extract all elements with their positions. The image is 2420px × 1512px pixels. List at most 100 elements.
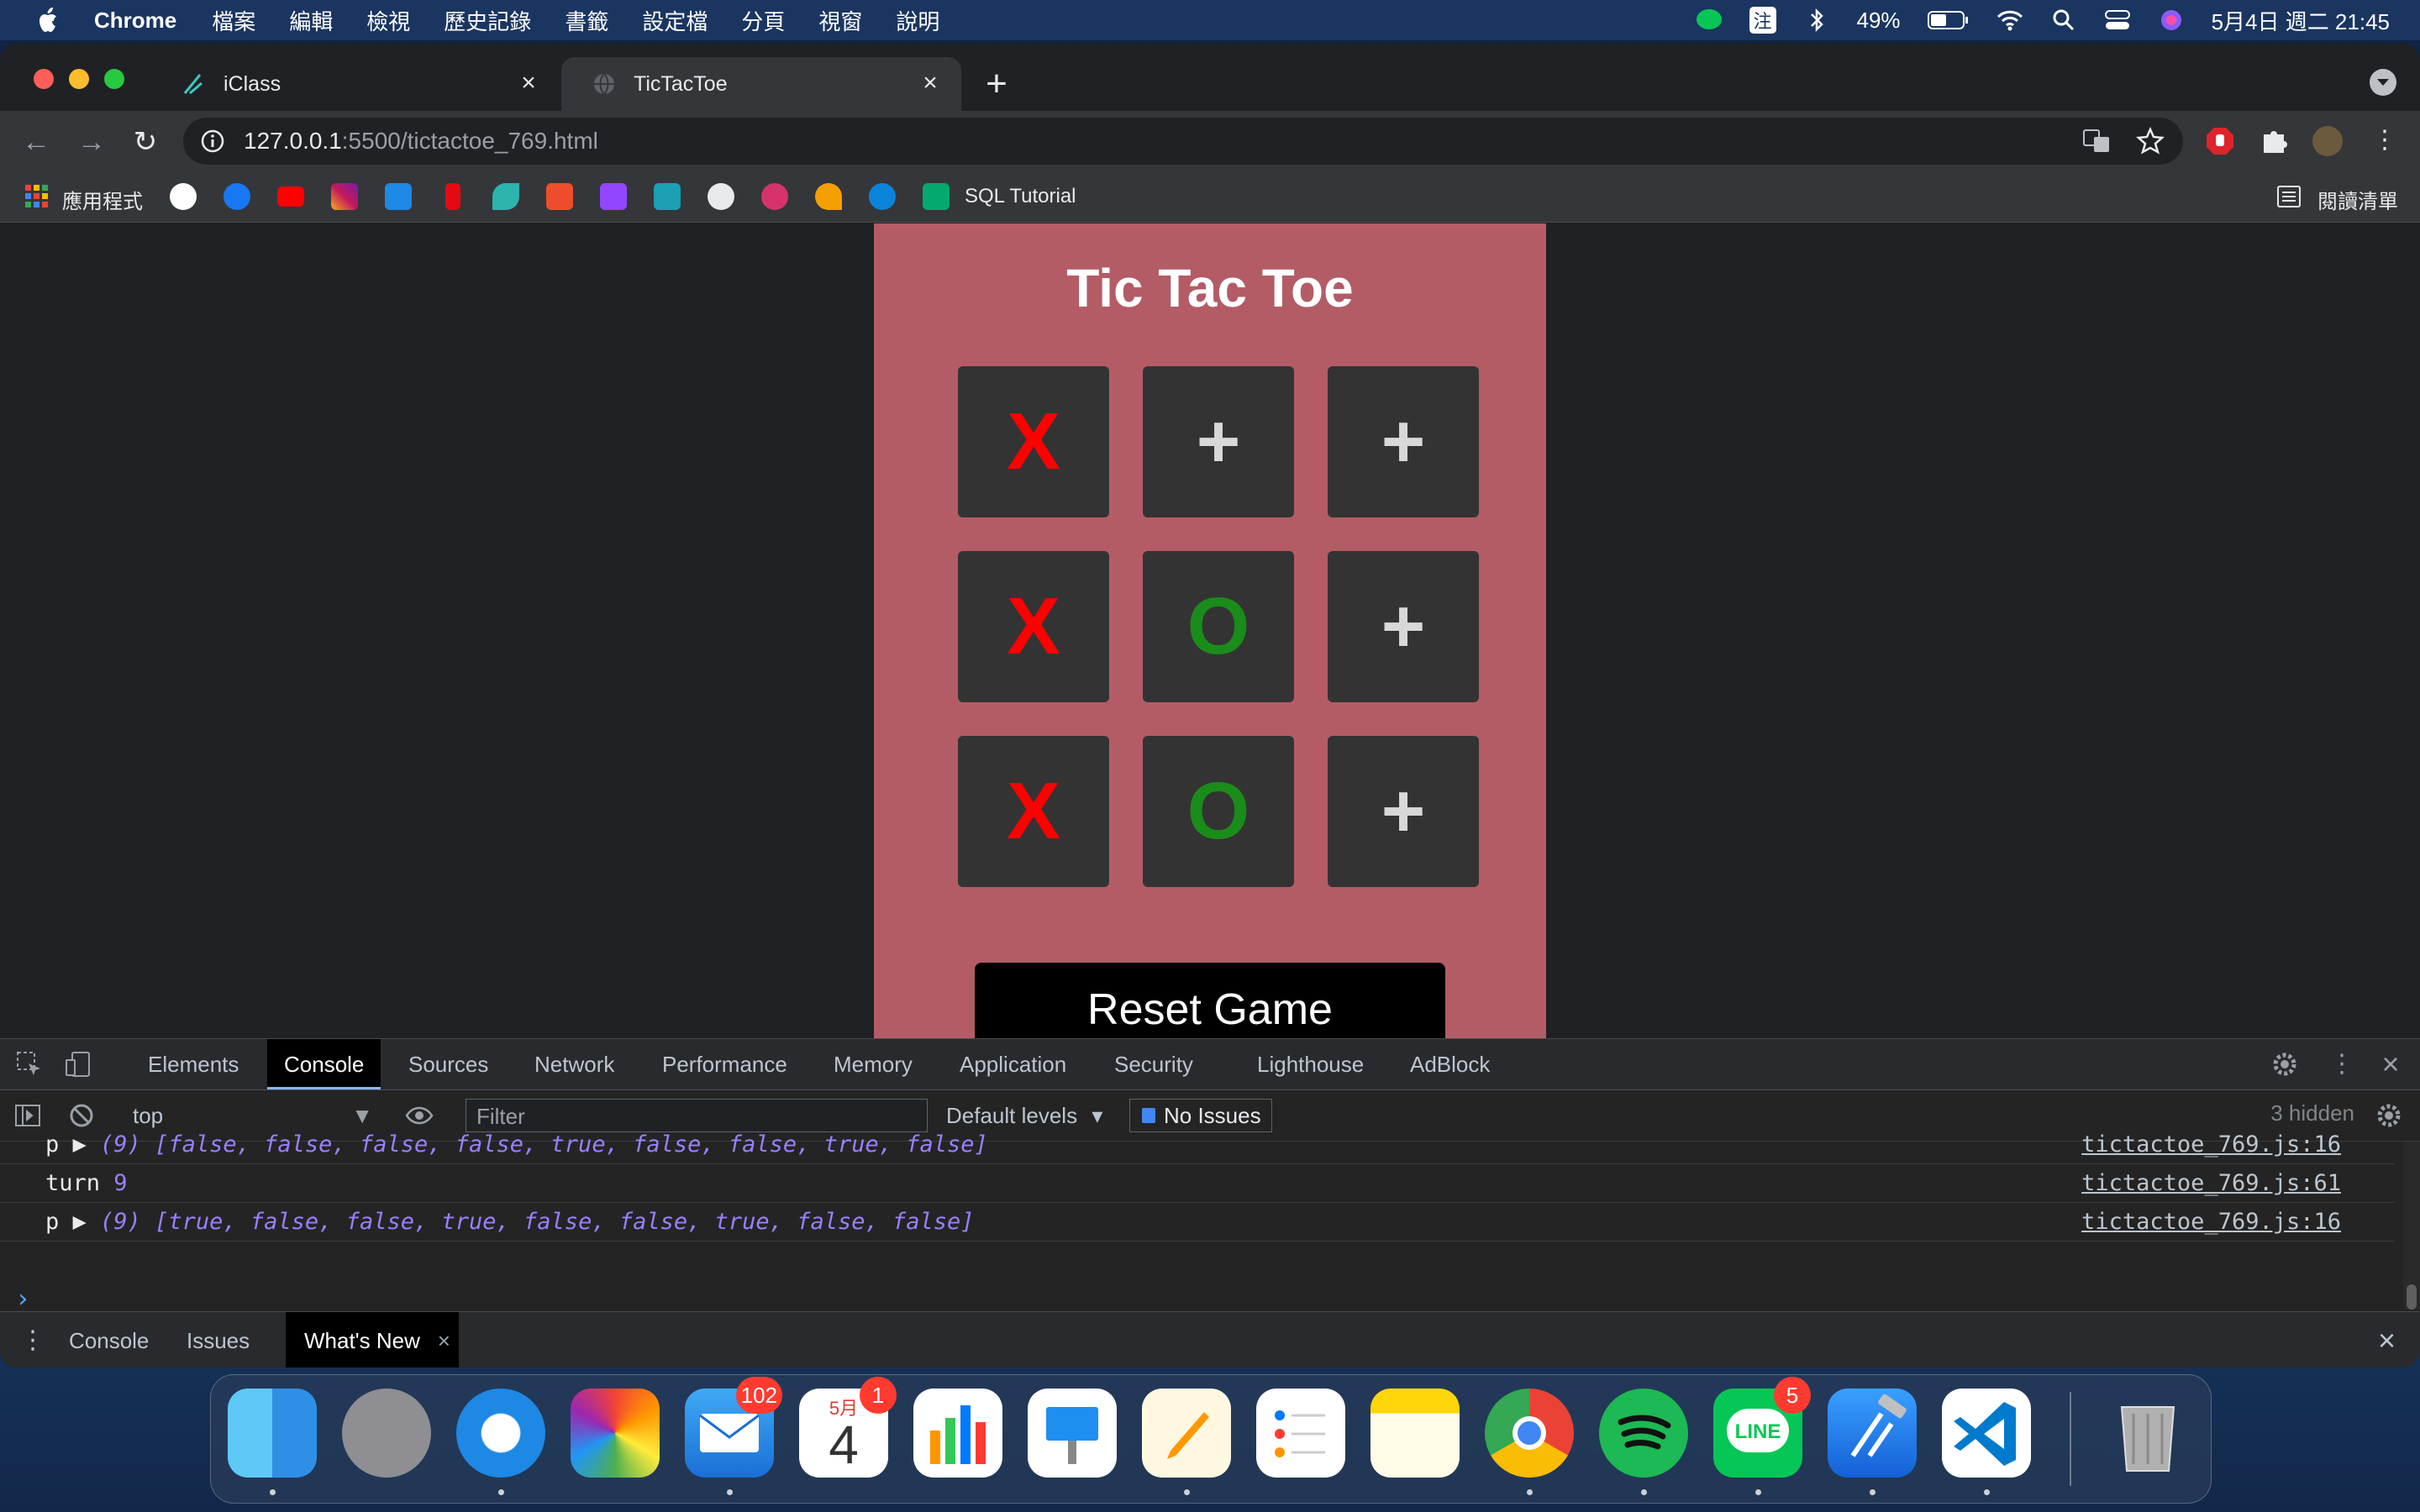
xcode-dock-icon[interactable]	[1828, 1389, 1917, 1478]
drawer-tab-whats-new[interactable]: What's New ×	[286, 1312, 459, 1368]
apps-grid-icon[interactable]	[24, 183, 50, 210]
tab-tictactoe[interactable]: TicTacToe ×	[561, 57, 961, 111]
control-center-icon[interactable]	[2104, 7, 2131, 34]
log-source-link[interactable]: tictactoe_769.js:16	[2081, 1131, 2341, 1158]
pink-bookmark-icon[interactable]	[761, 183, 788, 210]
bookmark-apps[interactable]: 應用程式	[62, 185, 143, 214]
spotlight-search-icon[interactable]	[2050, 7, 2077, 34]
board-cell-6[interactable]: +	[1328, 551, 1479, 702]
close-icon[interactable]: ×	[438, 1312, 450, 1368]
board-cell-2[interactable]: +	[1143, 366, 1294, 517]
devtools-tab-network[interactable]: Network	[534, 1039, 614, 1089]
bookmark-star-icon[interactable]	[2136, 127, 2165, 155]
menu-tab[interactable]: 分頁	[741, 5, 785, 36]
device-toolbar-icon[interactable]	[64, 1050, 92, 1079]
iclass-bookmark-icon[interactable]	[492, 183, 519, 210]
menu-window[interactable]: 視窗	[818, 5, 862, 36]
drawer-tab-console[interactable]: Console	[69, 1312, 149, 1368]
google-bookmark-icon[interactable]	[170, 183, 197, 210]
close-tab-icon[interactable]: ×	[918, 69, 943, 97]
input-method-icon[interactable]: 注	[1749, 7, 1776, 34]
board-cell-7[interactable]: X	[958, 736, 1109, 887]
devtools-tab-lighthouse[interactable]: Lighthouse	[1257, 1039, 1364, 1089]
chrome-dock-icon[interactable]	[1485, 1389, 1574, 1478]
safari-dock-icon[interactable]	[456, 1389, 545, 1478]
menu-edit[interactable]: 編輯	[289, 5, 333, 36]
youtube-bookmark-icon[interactable]	[277, 186, 304, 207]
clock[interactable]: 5月4日 週二 21:45	[2212, 5, 2390, 36]
console-message[interactable]: turn 9 tictactoe_769.js:61	[0, 1163, 2395, 1203]
blue-doc-bookmark-icon[interactable]	[385, 183, 412, 210]
menu-bookmarks[interactable]: 書籤	[565, 5, 608, 36]
chrome-menu-icon[interactable]: ⋮	[2370, 126, 2400, 156]
w3schools-bookmark-icon[interactable]	[923, 183, 950, 210]
calendar-dock-icon[interactable]: 5月 4 1	[799, 1377, 897, 1478]
system-preferences-dock-icon[interactable]	[342, 1389, 431, 1478]
github-bookmark-icon[interactable]	[708, 183, 734, 210]
log-source-link[interactable]: tictactoe_769.js:61	[2081, 1170, 2341, 1196]
finder-dock-icon[interactable]	[228, 1389, 317, 1478]
inspect-element-icon[interactable]	[15, 1050, 44, 1079]
close-window-button[interactable]	[34, 69, 54, 89]
board-cell-3[interactable]: +	[1328, 366, 1479, 517]
keynote-dock-icon[interactable]	[1028, 1389, 1117, 1478]
menu-view[interactable]: 檢視	[366, 5, 410, 36]
reminders-dock-icon[interactable]	[1256, 1389, 1345, 1478]
menu-help[interactable]: 說明	[896, 5, 939, 36]
close-tab-icon[interactable]: ×	[516, 69, 541, 97]
line-dock-icon[interactable]: LINE 5	[1713, 1377, 1811, 1478]
devtools-tab-sources[interactable]: Sources	[408, 1039, 488, 1089]
reading-list-icon[interactable]	[2275, 183, 2302, 210]
console-message[interactable]: p ▶ (9) [false, false, false, false, tru…	[0, 1125, 2395, 1164]
board-cell-1[interactable]: X	[958, 366, 1109, 517]
devtools-tab-adblock[interactable]: AdBlock	[1410, 1039, 1490, 1089]
extensions-puzzle-icon[interactable]	[2259, 126, 2289, 156]
back-button[interactable]: ←	[20, 126, 52, 158]
board-cell-5[interactable]: O	[1143, 551, 1294, 702]
console-prompt-icon[interactable]: ›	[15, 1284, 30, 1314]
devtools-tab-console[interactable]: Console	[267, 1039, 381, 1089]
bookmark-sql-tutorial[interactable]: SQL Tutorial	[965, 185, 1076, 208]
board-cell-8[interactable]: O	[1143, 736, 1294, 887]
edge-bookmark-icon[interactable]	[869, 183, 896, 210]
numbers-dock-icon[interactable]	[913, 1389, 1002, 1478]
trash-dock-icon[interactable]	[2103, 1389, 2192, 1478]
scrollbar-thumb[interactable]	[2407, 1284, 2417, 1310]
devtools-settings-icon[interactable]	[2270, 1050, 2299, 1079]
notes-dock-icon[interactable]	[1370, 1389, 1460, 1478]
apple-icon[interactable]	[35, 6, 60, 34]
twitch-bookmark-icon[interactable]	[600, 183, 627, 210]
tab-search-button[interactable]	[2370, 69, 2396, 96]
devtools-tab-application[interactable]: Application	[960, 1039, 1066, 1089]
devtools-tab-performance[interactable]: Performance	[662, 1039, 787, 1089]
battery-icon[interactable]	[1927, 7, 1970, 34]
devtools-more-icon[interactable]: ⋮	[2328, 1050, 2356, 1079]
spotify-dock-icon[interactable]	[1599, 1389, 1688, 1478]
bluetooth-icon[interactable]	[1803, 7, 1830, 34]
wifi-icon[interactable]	[1996, 7, 2023, 34]
zoom-window-button[interactable]	[104, 69, 124, 89]
app-name-menu[interactable]: Chrome	[94, 8, 176, 34]
netflix-bookmark-icon[interactable]	[445, 183, 460, 210]
menu-file[interactable]: 檔案	[212, 5, 255, 36]
adblock-extension-icon[interactable]	[2205, 126, 2235, 156]
log-source-link[interactable]: tictactoe_769.js:16	[2081, 1209, 2341, 1235]
devtools-close-icon[interactable]: ×	[2376, 1049, 2405, 1079]
shopee-bookmark-icon[interactable]	[546, 183, 573, 210]
translate-icon[interactable]	[2082, 127, 2111, 155]
reading-list-label[interactable]: 閱讀清單	[2317, 185, 2398, 214]
reload-button[interactable]: ↻	[129, 126, 161, 158]
instagram-bookmark-icon[interactable]	[331, 183, 358, 210]
teal-bookmark-icon[interactable]	[654, 183, 681, 210]
photos-dock-icon[interactable]	[571, 1389, 660, 1478]
board-cell-4[interactable]: X	[958, 551, 1109, 702]
console-scrollbar[interactable]	[2403, 1142, 2420, 1310]
drawer-menu-icon[interactable]: ⋮	[20, 1312, 45, 1368]
menu-profiles[interactable]: 設定檔	[642, 5, 708, 36]
reset-game-button[interactable]: Reset Game	[975, 963, 1445, 1038]
console-message[interactable]: p ▶ (9) [true, false, false, true, false…	[0, 1202, 2395, 1242]
mail-dock-icon[interactable]: 102	[685, 1377, 782, 1478]
profile-avatar[interactable]	[2312, 126, 2343, 156]
siri-icon[interactable]	[2158, 7, 2185, 34]
drawer-tab-issues[interactable]: Issues	[187, 1312, 250, 1368]
